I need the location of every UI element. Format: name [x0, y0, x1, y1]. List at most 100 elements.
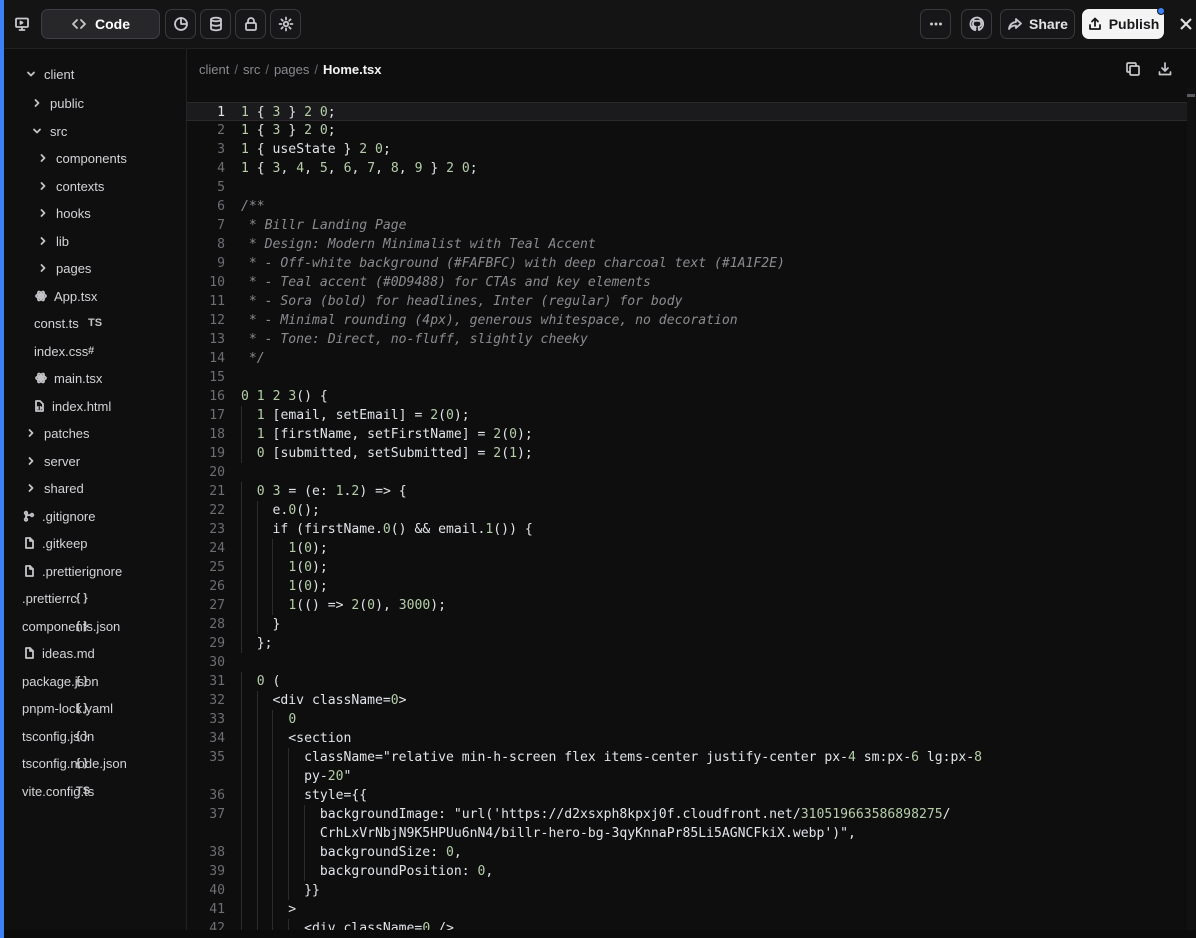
code-line[interactable]: 37 backgroundImage: "url('https://d2xsxp… [187, 805, 1192, 824]
line-number: 23 [209, 522, 225, 537]
code-line[interactable]: 14 */ [187, 349, 1192, 368]
tree-item-tsconfig-json[interactable]: { } tsconfig.json [22, 725, 94, 747]
code-line[interactable]: 17 1 [email, setEmail] = 2(0); [187, 406, 1192, 425]
tree-item-contexts[interactable]: contexts [36, 175, 104, 197]
vertical-scrollbar[interactable] [1187, 88, 1195, 930]
database-button[interactable] [200, 9, 231, 39]
code-line[interactable]: 28 } [187, 615, 1192, 634]
github-button[interactable] [961, 9, 992, 39]
code-line[interactable]: 35 className="relative min-h-screen flex… [187, 748, 1192, 767]
code-line[interactable]: 16 0 1 2 3() { [187, 387, 1192, 406]
tree-item-gitignore[interactable]: .gitignore [22, 505, 95, 527]
more-options-button[interactable] [920, 9, 951, 39]
code-line[interactable]: 18 1 [firstName, setFirstName] = 2(0); [187, 425, 1192, 444]
preview-toggle-button[interactable] [8, 9, 36, 39]
tree-item-prettierrc[interactable]: { } .prettierrc [22, 587, 88, 609]
code-line[interactable]: 21 0 3 = (e: 1.2) => { [187, 482, 1192, 501]
tree-item-gitkeep[interactable]: .gitkeep [22, 532, 88, 554]
line-number: 15 [209, 370, 225, 385]
code-line[interactable]: 6 /** [187, 197, 1192, 216]
tree-item-index-css[interactable]: # index.css [34, 340, 94, 362]
code-line[interactable]: 26 1(0); [187, 577, 1192, 596]
code-line[interactable]: 8 * Design: Modern Minimalist with Teal … [187, 235, 1192, 254]
tree-item-tsconfig-node-json[interactable]: { } tsconfig.node.json [22, 752, 127, 774]
code-line[interactable]: 9 * - Off-white background (#FAFBFC) wit… [187, 254, 1192, 273]
code-line[interactable]: 38 backgroundSize: 0, [187, 843, 1192, 862]
code-line[interactable]: 24 1(0); [187, 539, 1192, 558]
tree-item-pnpm-lock-yaml[interactable]: { } pnpm-lock.yaml [22, 697, 113, 719]
code-line[interactable]: 30 [187, 653, 1192, 672]
publish-button[interactable]: Publish [1082, 7, 1165, 39]
code-line[interactable]: 27 1(() => 2(0), 3000); [187, 596, 1192, 615]
code-text: 0 3 = (e: 1.2) => { [256, 484, 407, 499]
code-line[interactable]: 2 1 { 3 } 2 0; [187, 121, 1192, 140]
share-button[interactable]: Share [1000, 9, 1075, 39]
close-button[interactable] [1176, 14, 1196, 34]
copy-button[interactable] [1125, 61, 1143, 79]
tree-item-server[interactable]: server [24, 450, 80, 472]
code-line[interactable]: 40 }} [187, 881, 1192, 900]
tree-item-const-ts[interactable]: TS const.ts [34, 312, 102, 334]
tree-item-components-json[interactable]: { } components.json [22, 615, 120, 637]
tree-item-app-tsx[interactable]: App.tsx [34, 285, 97, 307]
tree-item-lib[interactable]: lib [36, 230, 69, 252]
code-line[interactable]: 22 e.0(); [187, 501, 1192, 520]
tree-item-src[interactable]: src [30, 120, 67, 142]
breadcrumb-part[interactable]: client [199, 62, 229, 77]
line-number: 37 [209, 807, 225, 822]
line-number: 5 [217, 180, 225, 195]
download-button[interactable] [1157, 61, 1175, 79]
tree-item-client[interactable]: client [24, 63, 74, 85]
code-line[interactable]: 4 1 { 3, 4, 5, 6, 7, 8, 9 } 2 0; [187, 159, 1192, 178]
code-line[interactable]: 19 0 [submitted, setSubmitted] = 2(1); [187, 444, 1192, 463]
code-tab-button[interactable]: Code [41, 9, 160, 39]
tree-item-patches[interactable]: patches [24, 422, 90, 444]
analytics-button[interactable] [165, 9, 196, 39]
tree-item-label: client [44, 66, 75, 82]
code-line[interactable]: 41 > [187, 900, 1192, 919]
tree-item-pages[interactable]: pages [36, 257, 91, 279]
tree-item-main-tsx[interactable]: main.tsx [34, 367, 102, 389]
tree-item-shared[interactable]: shared [24, 477, 84, 499]
code-line[interactable]: 10 * - Teal accent (#0D9488) for CTAs an… [187, 273, 1192, 292]
line-number: 34 [209, 731, 225, 746]
settings-button[interactable] [270, 9, 301, 39]
code-line[interactable]: 23 if (firstName.0() && email.1()) { [187, 520, 1192, 539]
code-line[interactable]: py-20" [187, 767, 1192, 786]
code-line[interactable]: 29 }; [187, 634, 1192, 653]
tree-item-hooks[interactable]: hooks [36, 202, 91, 224]
tree-item-ideas-md[interactable]: ideas.md [22, 642, 95, 664]
code-line[interactable]: 12 * - Minimal rounding (4px), generous … [187, 311, 1192, 330]
breadcrumb-part[interactable]: src [243, 62, 260, 77]
code-line[interactable]: 33 0 [187, 710, 1192, 729]
tree-item-label: main.tsx [54, 370, 103, 386]
code-text: backgroundImage: "url('https://d2xsxph8k… [241, 807, 951, 822]
code-line[interactable]: 36 style={{ [187, 786, 1192, 805]
code-line[interactable]: 5 [187, 178, 1192, 197]
code-line[interactable]: 13 * - Tone: Direct, no-fluff, slightly … [187, 330, 1192, 349]
code-line[interactable]: 32 <div className=0> [187, 691, 1192, 710]
share-label: Share [1029, 16, 1068, 32]
code-area[interactable]: 1 1 { 3 } 2 0; 2 1 { 3 } 2 0; 3 1 { useState … [187, 102, 1196, 931]
tree-item-prettierignore[interactable]: .prettierignore [22, 560, 122, 582]
code-text: 1(0); [288, 541, 328, 556]
database-icon [209, 16, 222, 32]
code-line[interactable]: 39 backgroundPosition: 0, [187, 862, 1192, 881]
code-line[interactable]: 1 1 { 3 } 2 0; [187, 102, 1192, 121]
tree-item-public[interactable]: public [30, 92, 84, 114]
code-line[interactable]: 25 1(0); [187, 558, 1192, 577]
code-line[interactable]: 20 [187, 463, 1192, 482]
code-line[interactable]: 31 0 ( [187, 672, 1192, 691]
code-line[interactable]: 34 <section [187, 729, 1192, 748]
tree-item-index-html[interactable]: index.html [32, 395, 111, 417]
tree-item-components[interactable]: components [36, 147, 127, 169]
breadcrumb-part[interactable]: pages [274, 62, 309, 77]
code-line[interactable]: 3 1 { useState } 2 0; [187, 140, 1192, 159]
tree-item-vite-config-ts[interactable]: TS vite.config.ts [22, 780, 94, 802]
lock-button[interactable] [235, 9, 266, 39]
code-line[interactable]: CrhLxVrNbjN9K5HPUu6nN4/billr-hero-bg-3qy… [187, 824, 1192, 843]
code-line[interactable]: 15 [187, 368, 1192, 387]
code-line[interactable]: 11 * - Sora (bold) for headlines, Inter … [187, 292, 1192, 311]
tree-item-package-json[interactable]: { } package.json [22, 670, 99, 692]
code-line[interactable]: 7 * Billr Landing Page [187, 216, 1192, 235]
